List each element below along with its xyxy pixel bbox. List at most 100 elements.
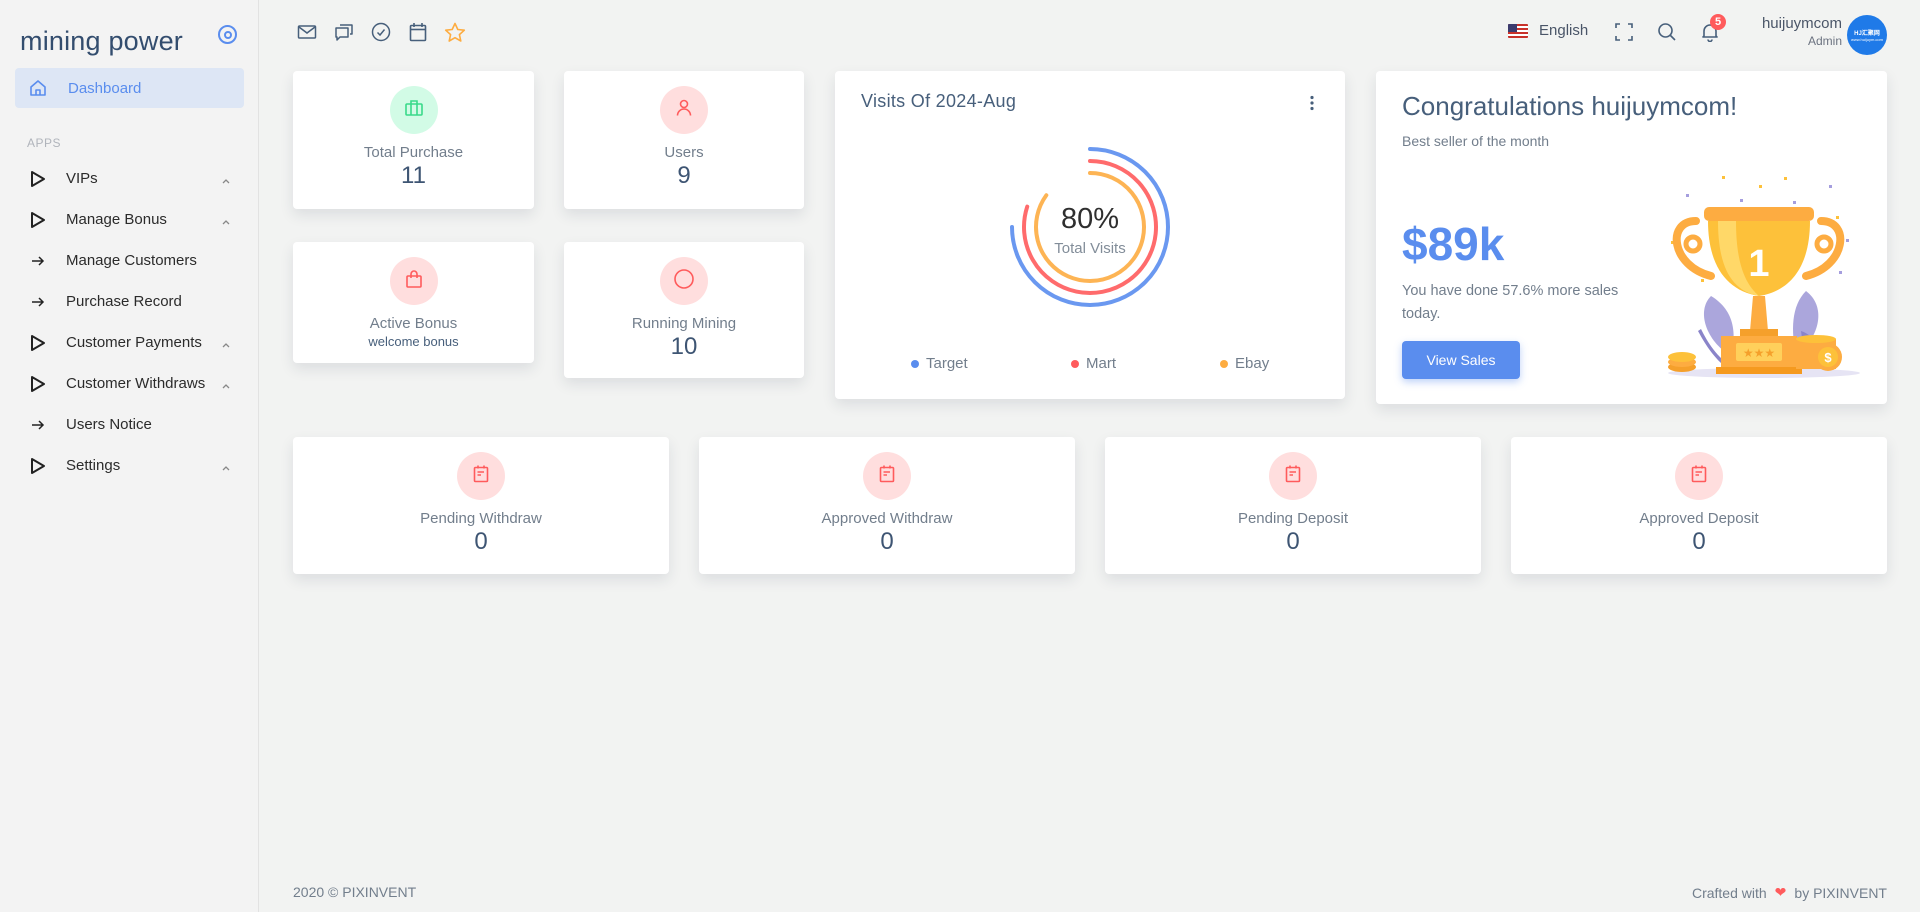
avatar-subtext: www.huijuym.com: [1850, 37, 1883, 42]
briefcase-icon: [404, 98, 424, 123]
stat-icon-bubble: [863, 452, 911, 500]
check-circle-icon[interactable]: [370, 21, 392, 43]
trophy-number: 1: [1748, 243, 1769, 285]
footer-copyright: 2020 © PIXINVENT: [293, 884, 417, 900]
stat-value: 0: [1286, 528, 1300, 555]
play-outline-icon: [28, 456, 48, 476]
stat-icon-bubble: [457, 452, 505, 500]
us-flag-icon: [1508, 23, 1528, 38]
visits-card: Visits Of 2024-Aug 80% Total Visits Targ…: [835, 71, 1345, 399]
legend-dot: [1071, 359, 1079, 368]
brand-title[interactable]: mining power: [20, 26, 183, 57]
congratulations-card: Congratulations huijuymcom! Best seller …: [1376, 71, 1887, 404]
sales-amount: $89k: [1402, 218, 1505, 270]
trophy-illustration: 1 ★★★ $: [1668, 176, 1860, 378]
star-icon[interactable]: [444, 21, 466, 43]
chevron-up-icon: [221, 173, 231, 184]
footer-crafted: Crafted with: [1691, 884, 1767, 901]
user-name[interactable]: huijuymcom: [1762, 15, 1842, 32]
sales-description: You have done 57.6% more sales today.: [1402, 283, 1619, 322]
calendar-icon[interactable]: [407, 21, 429, 43]
stat-value: 0: [474, 528, 488, 555]
legend-item-target[interactable]: Target: [911, 355, 968, 372]
stat-title: Pending Withdraw: [420, 510, 542, 527]
sidebar-item-label: Customer Withdraws: [66, 375, 206, 392]
avatar[interactable]: HJ汇聚网 www.huijuym.com: [1847, 15, 1887, 55]
circle-icon: [673, 268, 695, 295]
legend-dot: [1220, 359, 1228, 368]
stat-title: Approved Deposit: [1639, 510, 1759, 527]
sidebar-item-customer-withdraws[interactable]: Customer Withdraws: [0, 363, 259, 404]
user-icon: [674, 98, 694, 123]
view-sales-button[interactable]: View Sales: [1402, 341, 1520, 379]
congrats-title: Congratulations huijuymcom!: [1402, 91, 1738, 121]
stat-card-users: Users 9: [564, 71, 804, 209]
stat-value: 10: [670, 333, 698, 360]
coin-dollar: $: [1824, 350, 1832, 365]
sidebar-item-label: Dashboard: [68, 79, 142, 97]
stat-title: Users: [664, 144, 704, 161]
search-icon[interactable]: [1657, 22, 1677, 42]
chevron-up-icon: [221, 460, 231, 471]
play-outline-icon: [28, 374, 48, 394]
notification-badge: 5: [1710, 14, 1726, 30]
sidebar-item-label: Settings: [66, 457, 121, 474]
stat-icon-bubble: [660, 86, 708, 134]
chevron-up-icon: [221, 337, 231, 348]
mail-icon[interactable]: [296, 21, 318, 43]
stars-decoration: ★★★: [1743, 346, 1775, 360]
footer-by[interactable]: by PIXINVENT: [1794, 885, 1887, 901]
footer-credits: Crafted with ❤ by PIXINVENT: [1692, 884, 1887, 901]
sidebar-item-settings[interactable]: Settings: [0, 445, 259, 486]
play-outline-icon: [28, 333, 48, 353]
sidebar-item-dashboard[interactable]: Dashboard: [15, 68, 244, 108]
language-label: English: [1539, 22, 1589, 39]
legend-item-mart[interactable]: Mart: [1071, 355, 1116, 372]
chart-center-value: 80%: [1061, 203, 1119, 235]
sidebar-item-manage-customers[interactable]: Manage Customers: [0, 240, 259, 281]
stat-icon-bubble: [1269, 452, 1317, 500]
sidebar-item-label: Manage Customers: [66, 252, 197, 269]
heart-icon: ❤: [1774, 884, 1787, 900]
stat-card-active-bonus: Active Bonus welcome bonus: [293, 242, 534, 363]
sidebar-item-users-notice[interactable]: Users Notice: [0, 404, 259, 445]
arrow-right-icon: [28, 251, 48, 271]
stat-card-pending-withdraw: Pending Withdraw 0: [293, 437, 669, 574]
stat-subtitle: welcome bonus: [368, 334, 459, 349]
play-outline-icon: [28, 210, 48, 230]
avatar-text: HJ汇聚网: [1854, 31, 1880, 37]
nav-list: VIPs Manage Bonus Manage Customers Purch…: [0, 158, 259, 486]
sidebar-item-customer-payments[interactable]: Customer Payments: [0, 322, 259, 363]
sidebar-item-vips[interactable]: VIPs: [0, 158, 259, 199]
stat-value: 11: [401, 162, 426, 189]
stat-card-approved-deposit: Approved Deposit 0: [1511, 437, 1887, 574]
topbar-shortcuts: [296, 21, 466, 43]
sidebar-item-label: Manage Bonus: [66, 211, 167, 228]
sidebar-item-manage-bonus[interactable]: Manage Bonus: [0, 199, 259, 240]
user-role: Admin: [1807, 34, 1842, 48]
sidebar-item-label: VIPs: [66, 170, 98, 187]
notepad-icon: [878, 464, 896, 489]
stat-icon-bubble: [389, 257, 438, 305]
shopping-bag-icon: [404, 269, 424, 294]
sidebar-toggle-icon[interactable]: [218, 25, 237, 44]
chart-center-label: Total Visits: [1054, 240, 1125, 257]
stat-card-running-mining: Running Mining 10: [564, 242, 804, 378]
play-outline-icon: [28, 169, 48, 189]
fullscreen-icon[interactable]: [1614, 22, 1634, 42]
arrow-right-icon: [28, 292, 48, 312]
stat-title: Active Bonus: [369, 315, 458, 332]
legend-label: Ebay: [1235, 355, 1270, 372]
stat-card-total-purchase: Total Purchase 11: [293, 71, 534, 209]
notepad-icon: [1690, 464, 1708, 489]
stat-title: Approved Withdraw: [821, 510, 953, 527]
stat-title: Pending Deposit: [1237, 510, 1349, 527]
legend-item-ebay[interactable]: Ebay: [1220, 355, 1269, 372]
notepad-icon: [472, 464, 490, 489]
sidebar-item-purchase-record[interactable]: Purchase Record: [0, 281, 259, 322]
notepad-icon: [1284, 464, 1302, 489]
sidebar-item-label: Customer Payments: [66, 334, 202, 351]
chat-icon[interactable]: [333, 21, 355, 43]
sidebar-item-label: Users Notice: [66, 416, 152, 433]
language-dropdown[interactable]: English: [1508, 22, 1588, 39]
